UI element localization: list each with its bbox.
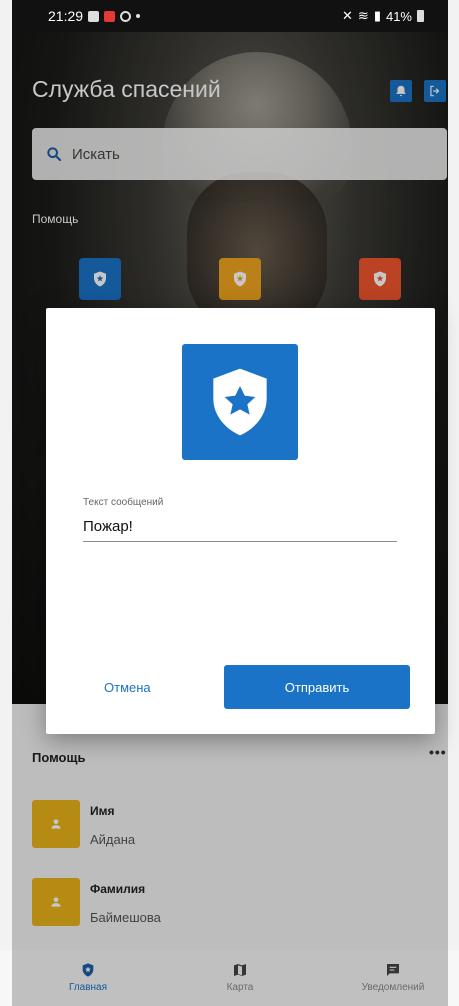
status-time: 21:29 <box>48 8 84 24</box>
message-field-label: Текст сообщений <box>83 497 164 508</box>
send-button[interactable]: Отправить <box>224 665 410 709</box>
gallery-notification-icon <box>88 10 100 22</box>
shield-star-icon <box>213 368 267 436</box>
message-input[interactable] <box>83 512 397 542</box>
instagram-notification-icon <box>120 10 132 22</box>
more-notifications-dot-icon <box>136 14 141 18</box>
battery-percent: 41% <box>385 8 412 24</box>
battery-icon <box>417 10 424 22</box>
mute-icon: ✕ <box>342 8 353 23</box>
signal-icon: ▮ <box>373 8 381 23</box>
status-bar: 21:29 ✕ ≋ ▮ 41% <box>12 0 448 32</box>
cancel-button[interactable]: Отмена <box>104 680 151 695</box>
app-notification-icon <box>104 10 116 22</box>
dialog-emblem <box>182 344 298 460</box>
wifi-icon: ≋ <box>357 8 369 23</box>
message-dialog: Текст сообщений Отмена Отправить <box>46 308 435 734</box>
